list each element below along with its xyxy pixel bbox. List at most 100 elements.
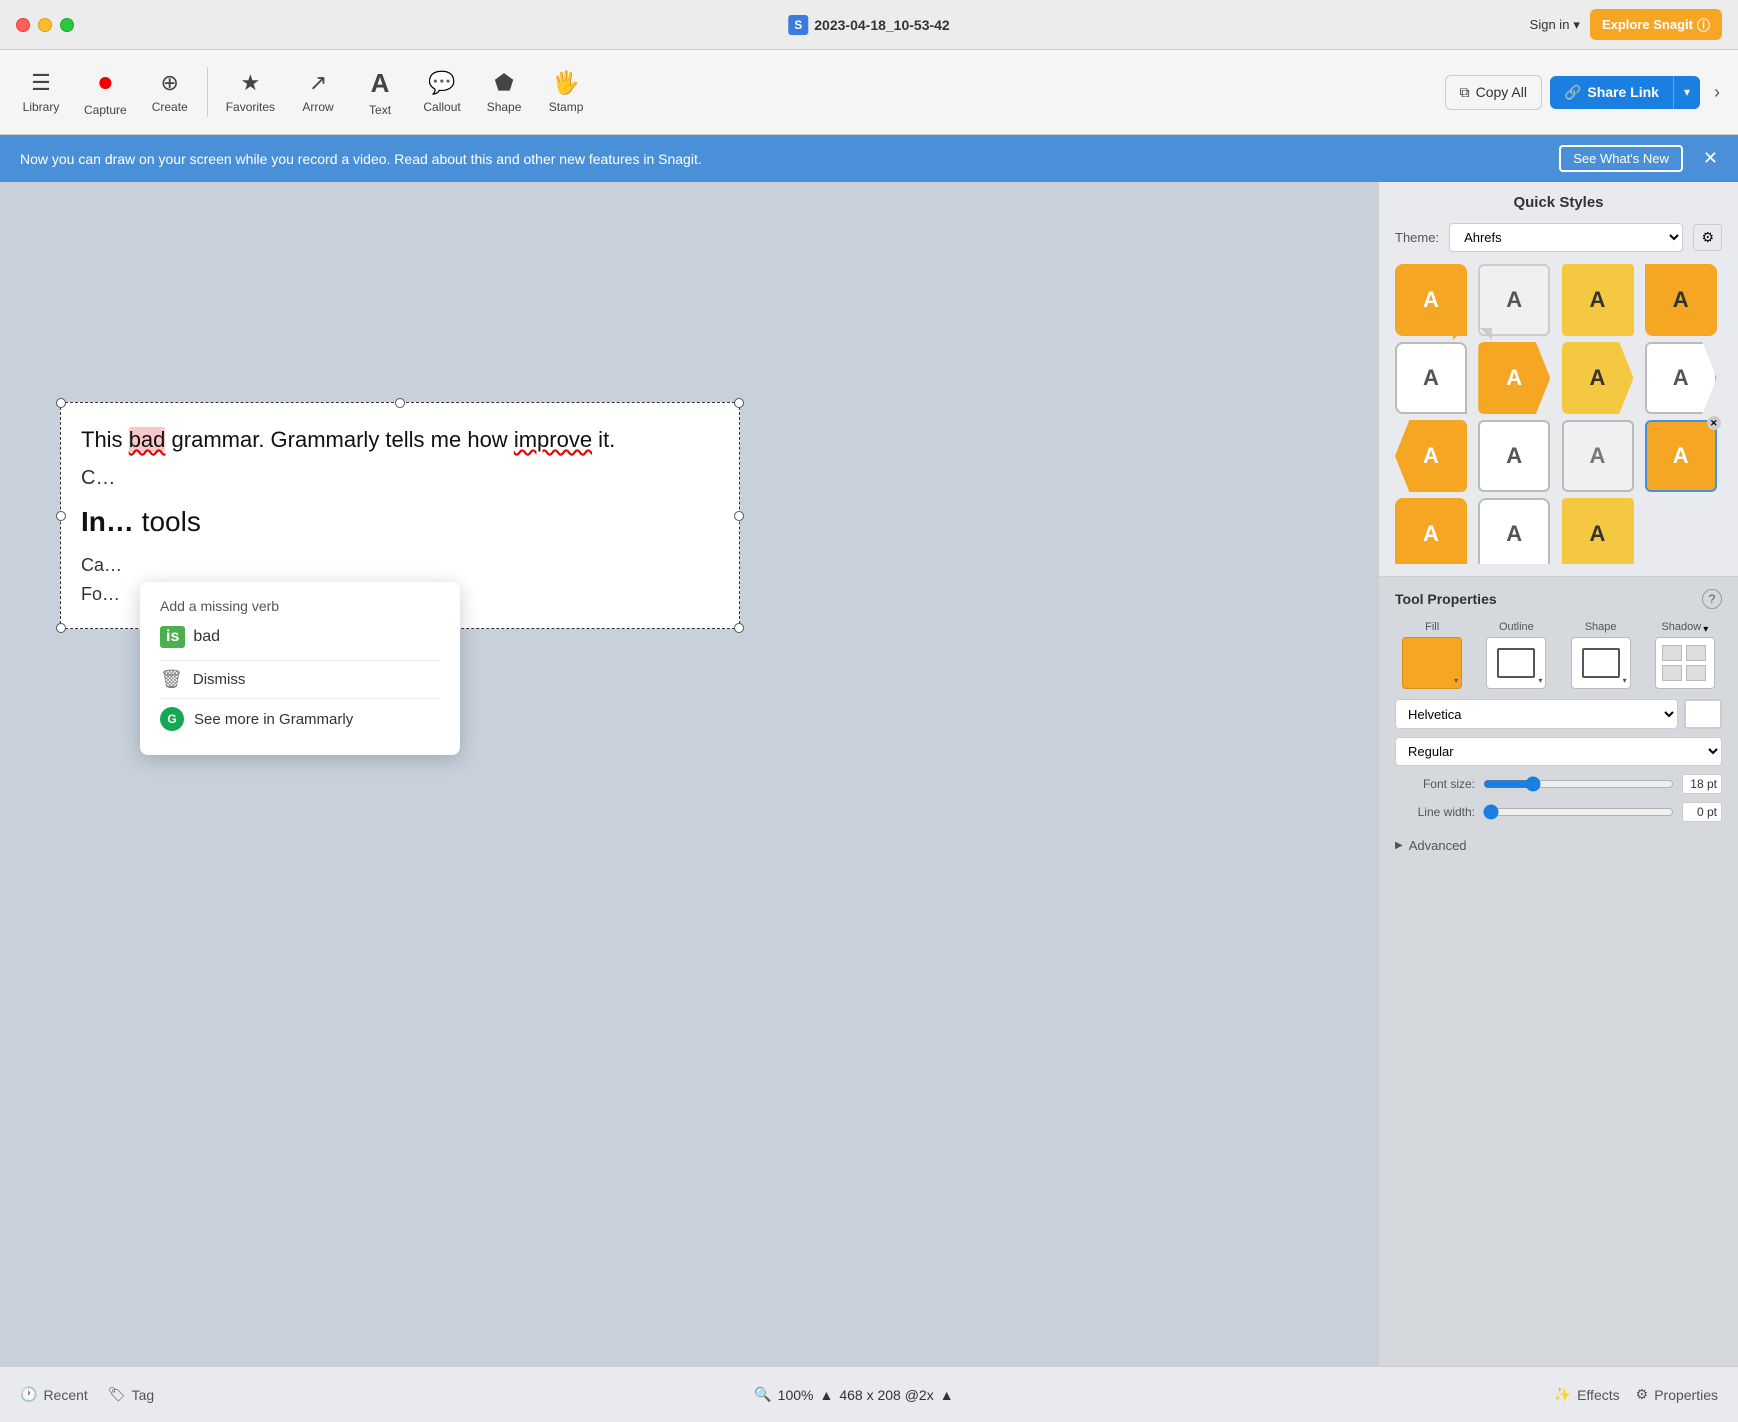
arrow-icon: ↗ — [309, 70, 327, 96]
theme-select[interactable]: Ahrefs — [1449, 223, 1683, 252]
style-item[interactable]: A — [1478, 498, 1550, 564]
shadow-button[interactable] — [1655, 637, 1715, 689]
text-button[interactable]: A Text — [351, 62, 409, 123]
close-button[interactable] — [16, 18, 30, 32]
style-item[interactable]: A — [1645, 342, 1717, 414]
tag-button[interactable]: 🏷 Tag — [108, 1386, 154, 1403]
bad-word-highlight: bad — [129, 427, 166, 452]
props-row-fill: Fill ▾ Outline ▾ Shape — [1395, 621, 1722, 689]
more-options-button[interactable]: › — [1708, 76, 1726, 109]
copy-icon: ⧉ — [1460, 84, 1470, 101]
style-item[interactable]: A — [1478, 420, 1550, 492]
canvas-text-line2: C… — [81, 462, 719, 494]
library-button[interactable]: ☰ Library — [12, 64, 70, 120]
explore-snagit-button[interactable]: Explore Snagit ⓘ — [1590, 9, 1722, 40]
advanced-row[interactable]: ▶ Advanced — [1395, 830, 1722, 861]
capture-button[interactable]: ⏺ Capture — [74, 61, 137, 123]
outline-label: Outline — [1499, 621, 1534, 633]
tool-props-header: Tool Properties ? — [1395, 589, 1722, 609]
recent-button[interactable]: 🕐 Recent — [20, 1386, 88, 1403]
see-more-action[interactable]: G See more in Grammarly — [160, 698, 440, 739]
status-bar: 🕐 Recent 🏷 Tag 🔍 100% ▲ 468 x 208 @2x ▲ … — [0, 1366, 1738, 1422]
effects-label: Effects — [1577, 1387, 1620, 1403]
toolbar-divider-1 — [207, 67, 208, 117]
style-item[interactable]: A — [1645, 264, 1717, 336]
library-icon: ☰ — [31, 70, 51, 96]
favorites-icon: ★ — [241, 70, 261, 96]
properties-button[interactable]: ⚙ Properties — [1636, 1386, 1718, 1403]
style-item[interactable]: A — [1478, 264, 1550, 336]
fill-button[interactable]: ▾ — [1402, 637, 1462, 689]
style-item[interactable]: A — [1478, 342, 1550, 414]
title-bar-center: S 2023-04-18_10-53-42 — [788, 15, 949, 35]
font-size-row: Font size: 18 pt — [1395, 774, 1722, 794]
help-button[interactable]: ? — [1702, 589, 1722, 609]
outline-dropdown-arrow: ▾ — [1538, 676, 1542, 685]
grammarly-suggestion: is bad — [160, 626, 440, 648]
fill-label: Fill — [1425, 621, 1439, 633]
quick-styles-title: Quick Styles — [1395, 194, 1722, 211]
traffic-lights — [16, 18, 74, 32]
style-item-selected[interactable]: A ✕ — [1645, 420, 1717, 492]
style-item[interactable]: A — [1395, 264, 1467, 336]
create-button[interactable]: ⊕ Create — [141, 64, 199, 120]
style-item[interactable]: A — [1562, 342, 1634, 414]
fullscreen-button[interactable] — [60, 18, 74, 32]
style-item[interactable]: A — [1395, 420, 1467, 492]
font-style-row: Regular — [1395, 737, 1722, 766]
dimensions-up-icon: ▲ — [940, 1387, 954, 1403]
font-family-select[interactable]: Helvetica — [1395, 699, 1678, 729]
arrow-button[interactable]: ↗ Arrow — [289, 64, 347, 120]
resize-handle-ml[interactable] — [56, 511, 66, 521]
info-icon: ⓘ — [1697, 15, 1710, 34]
resize-handle-bl[interactable] — [56, 623, 66, 633]
resize-handle-tm[interactable] — [395, 398, 405, 408]
style-item[interactable]: A — [1395, 342, 1467, 414]
dismiss-action[interactable]: 🗑 Dismiss — [160, 660, 440, 698]
resize-handle-br[interactable] — [734, 623, 744, 633]
callout-icon: 💬 — [428, 70, 455, 96]
resize-handle-tl[interactable] — [56, 398, 66, 408]
shape-button[interactable]: ⬟ Shape — [475, 64, 533, 120]
style-item[interactable]: A — [1562, 498, 1634, 564]
shape-dropdown-arrow: ▾ — [1623, 676, 1627, 685]
line-width-slider[interactable] — [1483, 804, 1674, 820]
style-item[interactable]: A — [1562, 264, 1634, 336]
capture-icon: ⏺ — [99, 67, 112, 99]
style-item[interactable]: A — [1562, 420, 1634, 492]
font-size-value: 18 pt — [1682, 774, 1722, 794]
fill-color-swatch — [1410, 645, 1454, 681]
shape-label: Shape — [1585, 621, 1617, 633]
chevron-right-icon: ▶ — [1395, 840, 1403, 851]
font-size-slider[interactable] — [1483, 776, 1674, 792]
favorites-button[interactable]: ★ Favorites — [216, 64, 285, 120]
resize-handle-tr[interactable] — [734, 398, 744, 408]
outline-button[interactable]: ▾ — [1486, 637, 1546, 689]
share-dropdown-button[interactable]: ▾ — [1673, 76, 1700, 109]
window-title: 2023-04-18_10-53-42 — [814, 17, 949, 33]
line-width-value: 0 pt — [1682, 802, 1722, 822]
minimize-button[interactable] — [38, 18, 52, 32]
banner-close-button[interactable]: ✕ — [1703, 148, 1718, 169]
font-style-select[interactable]: Regular — [1395, 737, 1722, 766]
callout-button[interactable]: 💬 Callout — [413, 64, 471, 120]
grammarly-popup: Add a missing verb is bad 🗑 Dismiss G Se… — [140, 582, 460, 755]
zoom-level: 100% — [778, 1387, 814, 1403]
app-logo: S — [788, 15, 808, 35]
copy-all-button[interactable]: ⧉ Copy All — [1445, 75, 1542, 110]
shadow-cell-4 — [1686, 665, 1706, 681]
sign-in-button[interactable]: Sign in ▾ — [1530, 17, 1580, 33]
right-panel: Quick Styles Theme: Ahrefs ⚙ A A — [1378, 182, 1738, 1369]
text-color-swatch[interactable] — [1684, 699, 1722, 729]
stamp-button[interactable]: 🖐 Stamp — [537, 64, 595, 120]
see-whats-new-button[interactable]: See What's New — [1559, 145, 1683, 172]
theme-settings-button[interactable]: ⚙ — [1693, 224, 1722, 251]
effects-button[interactable]: ✨ Effects — [1554, 1386, 1620, 1403]
shape-button[interactable]: ▾ — [1571, 637, 1631, 689]
resize-handle-mr[interactable] — [734, 511, 744, 521]
style-item[interactable]: A — [1395, 498, 1467, 564]
font-family-row: Helvetica — [1395, 699, 1722, 729]
share-link-button[interactable]: 🔗 Share Link — [1550, 76, 1673, 109]
banner-message: Now you can draw on your screen while yo… — [20, 151, 1549, 167]
tool-props-title: Tool Properties — [1395, 591, 1497, 607]
